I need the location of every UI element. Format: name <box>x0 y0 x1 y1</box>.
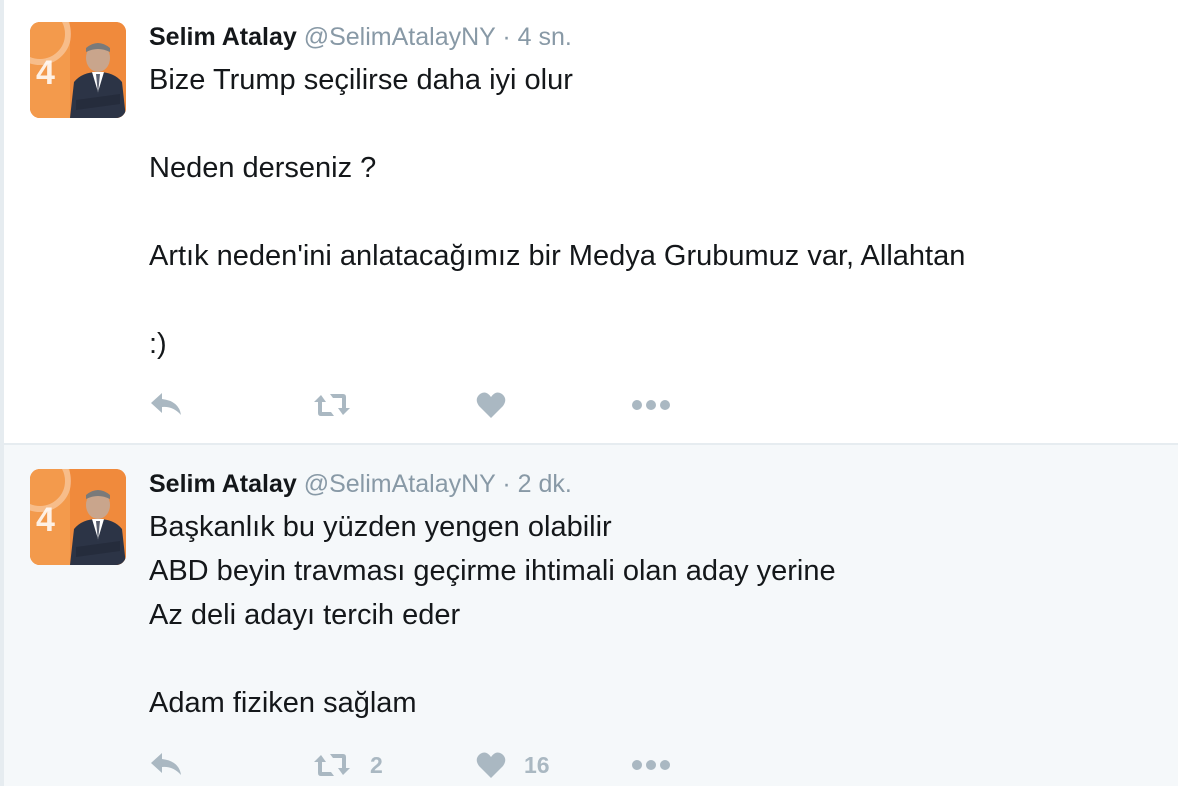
tweet-text-line: Az deli adayı tercih eder <box>149 599 461 631</box>
more-dots-icon <box>632 760 670 770</box>
tweet-text-line <box>149 102 965 146</box>
tweet-text-line: ABD beyin travması geçirme ihtimali olan… <box>149 555 836 587</box>
header-separator: · <box>502 470 511 498</box>
header-separator: · <box>502 23 511 51</box>
more-button[interactable] <box>631 745 671 785</box>
retweet-icon <box>314 394 350 416</box>
retweet-button[interactable] <box>312 385 370 425</box>
avatar-image: 4 <box>30 22 126 118</box>
retweet-icon <box>314 754 350 776</box>
author-handle[interactable]: @SelimAtalayNY <box>304 470 496 498</box>
tweet-text: Bize Trump seçilirse daha iyi olur Neden… <box>149 58 965 366</box>
avatar-image: 4 <box>30 469 126 565</box>
author-handle[interactable]: @SelimAtalayNY <box>304 23 496 51</box>
tweet-text-line: Artık neden'ini anlatacağımız bir Medya … <box>149 240 966 272</box>
tweet-text-line: :) <box>149 328 167 360</box>
tweet-text-line <box>149 278 965 322</box>
heart-icon <box>476 752 506 778</box>
avatar[interactable]: 4 <box>30 469 126 565</box>
tweet[interactable]: 4 Selim Atalay @SelimAtalayNY · 2 dk. Ba… <box>4 445 1178 786</box>
svg-text:4: 4 <box>36 501 55 539</box>
reply-button[interactable] <box>149 745 183 785</box>
author-fullname[interactable]: Selim Atalay <box>149 23 297 51</box>
tweet[interactable]: 4 Selim Atalay @SelimAtalayNY · 4 sn. Bi… <box>4 0 1178 445</box>
reply-button[interactable] <box>149 385 183 425</box>
tweet-text-line <box>149 637 836 681</box>
tweet-text-line: Adam fiziken sağlam <box>149 687 417 719</box>
tweet-timestamp[interactable]: 4 sn. <box>518 23 572 51</box>
more-dots-icon <box>632 400 670 410</box>
reply-icon <box>151 753 181 775</box>
like-count: 16 <box>524 751 550 778</box>
tweet-text: Başkanlık bu yüzden yengen olabilir ABD … <box>149 505 836 725</box>
like-button[interactable] <box>476 385 524 425</box>
tweet-actions: 2 16 <box>149 745 849 785</box>
more-button[interactable] <box>631 385 671 425</box>
tweet-header: Selim Atalay @SelimAtalayNY · 4 sn. <box>149 22 572 52</box>
tweet-actions <box>149 385 849 425</box>
timeline: 4 Selim Atalay @SelimAtalayNY · 4 sn. Bi… <box>0 0 1178 786</box>
tweet-header: Selim Atalay @SelimAtalayNY · 2 dk. <box>149 469 572 499</box>
svg-text:4: 4 <box>36 54 55 92</box>
reply-icon <box>151 393 181 415</box>
tweet-text-line: Bize Trump seçilirse daha iyi olur <box>149 64 573 96</box>
tweet-text-line: Başkanlık bu yüzden yengen olabilir <box>149 511 612 543</box>
heart-icon <box>476 392 506 418</box>
retweet-count: 2 <box>370 751 383 778</box>
tweet-text-line: Neden derseniz ? <box>149 152 377 184</box>
avatar[interactable]: 4 <box>30 22 126 118</box>
like-button[interactable]: 16 <box>476 745 550 785</box>
author-fullname[interactable]: Selim Atalay <box>149 470 297 498</box>
retweet-button[interactable]: 2 <box>312 745 383 785</box>
tweet-timestamp[interactable]: 2 dk. <box>518 470 572 498</box>
tweet-text-line <box>149 190 965 234</box>
